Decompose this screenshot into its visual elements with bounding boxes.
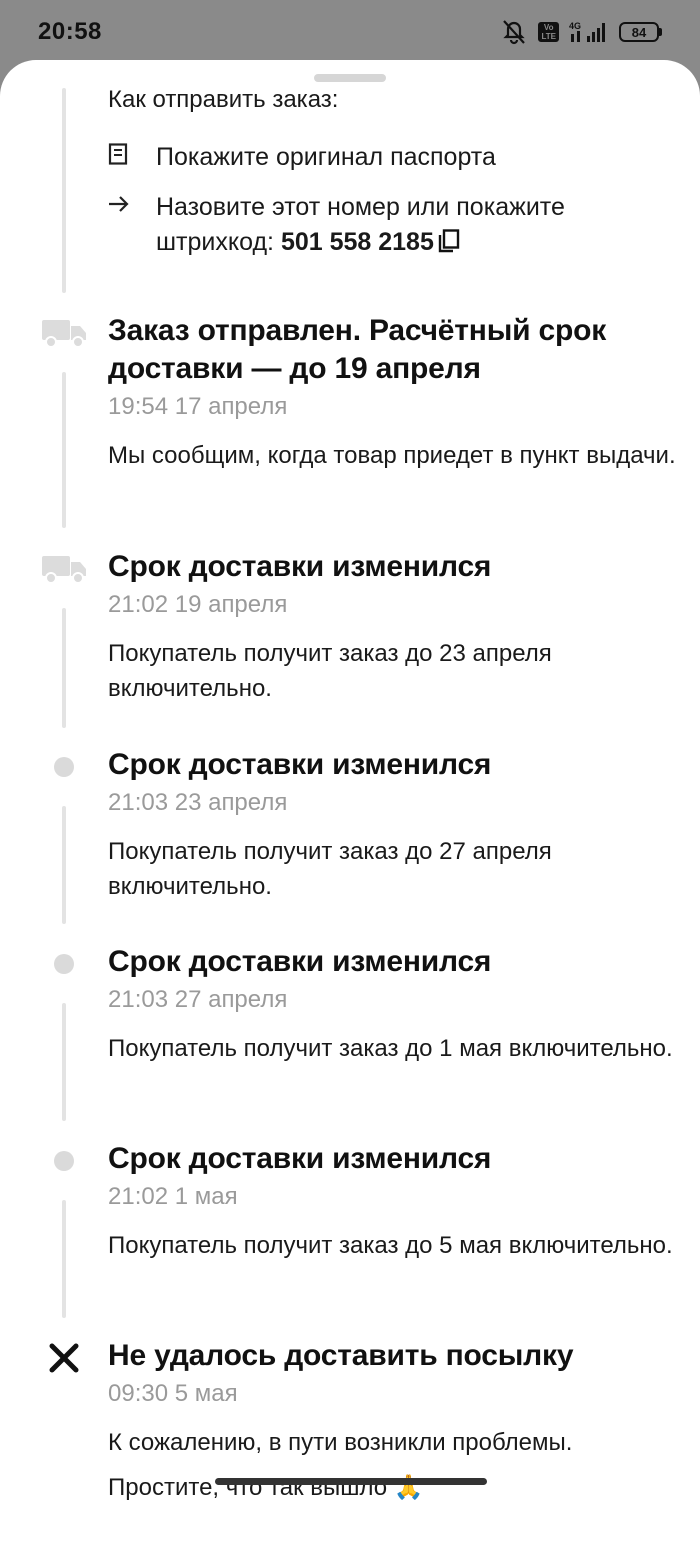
- event-title: Срок доставки изменился: [108, 748, 492, 781]
- event-message: Покупатель получит заказ до 1 мая включи…: [108, 1035, 673, 1062]
- order-tracking-sheet[interactable]: Как отправить заказ: Покажите оригинал п…: [0, 60, 700, 1556]
- order-number: 501 558 2185: [280, 228, 434, 256]
- battery-level: 84: [619, 22, 659, 42]
- event-time: 09:30 5 мая: [108, 1380, 238, 1407]
- timeline-event: Срок доставки изменился 21:03 27 апреля …: [108, 943, 678, 1066]
- event-title: Не удалось доставить посылку: [108, 1339, 574, 1372]
- barcode-step: Назовите этот номер или покажите штрихко…: [108, 190, 646, 263]
- alarm-off-icon: [500, 19, 528, 45]
- copy-icon[interactable]: [438, 228, 460, 263]
- timeline-line: [62, 88, 66, 293]
- event-title: Срок доставки изменился: [108, 1142, 492, 1175]
- status-icons: Vo LTE 4G 84: [500, 19, 662, 45]
- status-bar: 20:58 Vo LTE 4G 84: [0, 0, 700, 68]
- timeline-line: [62, 372, 66, 528]
- event-time: 19:54 17 апреля: [108, 393, 288, 420]
- passport-step: Покажите оригинал паспорта: [108, 140, 646, 175]
- barcode-step-text: Назовите этот номер или покажите штрихко…: [156, 190, 646, 263]
- close-icon: [48, 1342, 80, 1374]
- event-time: 21:02 19 апреля: [108, 591, 288, 618]
- event-title: Срок доставки изменился: [108, 550, 492, 583]
- timeline-line: [62, 1003, 66, 1121]
- timeline-dot-icon: [54, 1151, 74, 1171]
- event-message: Покупатель получит заказ до 27 апреля вк…: [108, 838, 552, 900]
- event-apology-message: Простите, что так вышло 🙏: [108, 1474, 424, 1501]
- event-message: Мы сообщим, когда товар приедет в пункт …: [108, 442, 676, 469]
- timeline-line: [62, 608, 66, 728]
- how-to-send-title: Как отправить заказ:: [108, 86, 339, 113]
- event-title: Срок доставки изменился: [108, 945, 492, 978]
- signal-icon: 4G: [569, 20, 609, 44]
- status-time: 20:58: [38, 18, 102, 45]
- document-icon: [108, 140, 140, 168]
- truck-icon: [42, 554, 88, 584]
- battery-icon: 84: [619, 22, 662, 42]
- event-message: К сожалению, в пути возникли проблемы.: [108, 1429, 573, 1456]
- event-message: Покупатель получит заказ до 5 мая включи…: [108, 1232, 673, 1259]
- event-title: Заказ отправлен. Расчётный срок доставки…: [108, 314, 607, 385]
- event-time: 21:03 27 апреля: [108, 986, 288, 1013]
- timeline-event: Срок доставки изменился 21:02 19 апреля …: [108, 548, 678, 706]
- passport-step-text: Покажите оригинал паспорта: [156, 143, 496, 171]
- truck-icon: [42, 318, 88, 348]
- timeline-event: Срок доставки изменился 21:03 23 апреля …: [108, 746, 678, 904]
- arrow-right-icon: [108, 190, 140, 218]
- svg-text:4G: 4G: [569, 21, 581, 31]
- event-time: 21:02 1 мая: [108, 1183, 238, 1210]
- volte-icon: Vo LTE: [538, 22, 559, 42]
- timeline-event: Заказ отправлен. Расчётный срок доставки…: [108, 312, 678, 473]
- timeline-event: Срок доставки изменился 21:02 1 мая Поку…: [108, 1140, 678, 1263]
- timeline-line: [62, 1200, 66, 1318]
- timeline-dot-icon: [54, 954, 74, 974]
- timeline-dot-icon: [54, 757, 74, 777]
- event-time: 21:03 23 апреля: [108, 789, 288, 816]
- sheet-drag-handle[interactable]: [314, 74, 386, 82]
- timeline-line: [62, 806, 66, 924]
- home-indicator[interactable]: [215, 1478, 487, 1485]
- event-message: Покупатель получит заказ до 23 апреля вк…: [108, 640, 552, 702]
